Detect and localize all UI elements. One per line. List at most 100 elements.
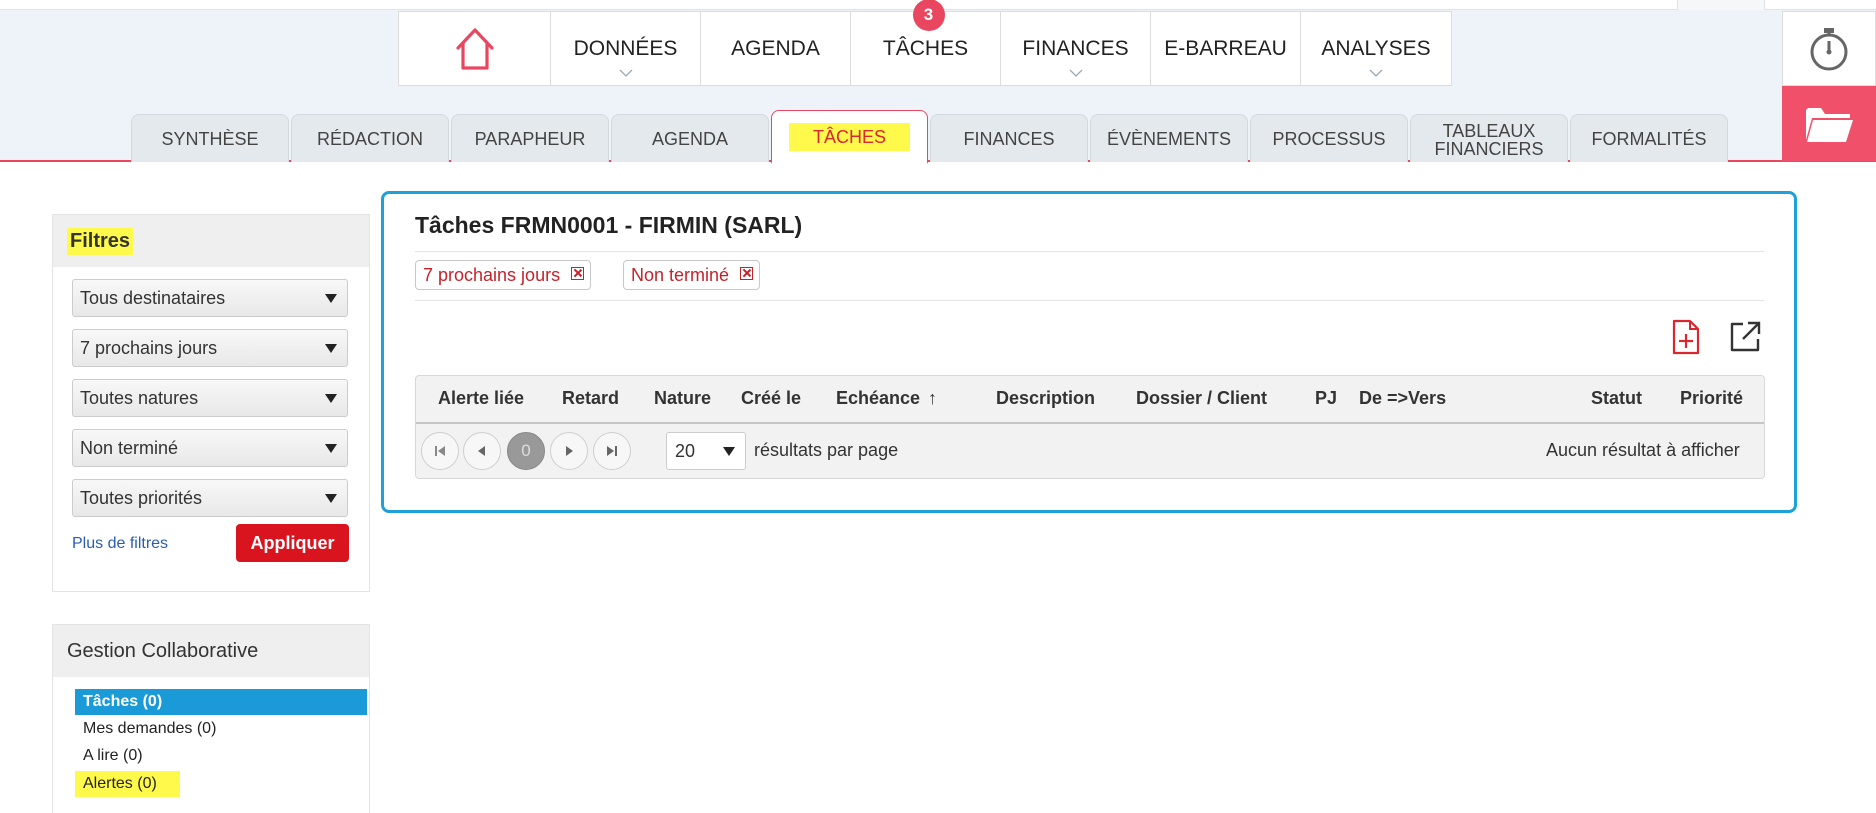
nav-analyses-label: ANALYSES xyxy=(1321,36,1431,60)
prev-page-icon xyxy=(478,446,485,456)
tab-tableaux-financiers[interactable]: TABLEAUX FINANCIERS xyxy=(1410,114,1568,162)
dropdown-arrow-icon xyxy=(325,443,337,453)
tab-formalites[interactable]: FORMALITÉS xyxy=(1570,114,1728,162)
nav-donnees[interactable]: DONNÉES xyxy=(551,12,701,85)
tab-finances-label: FINANCES xyxy=(963,128,1055,149)
page-size-select[interactable]: 20 xyxy=(666,432,746,470)
top-strip-box xyxy=(1677,0,1765,10)
col-dossier-client[interactable]: Dossier / Client xyxy=(1136,388,1267,409)
recipient-select[interactable]: Tous destinataires xyxy=(72,279,348,317)
dropdown-arrow-icon xyxy=(723,446,735,456)
collab-item-mes-demandes[interactable]: Mes demandes (0) xyxy=(75,716,216,742)
home-button[interactable] xyxy=(399,12,551,85)
priority-select[interactable]: Toutes priorités xyxy=(72,479,348,517)
timer-button[interactable] xyxy=(1782,11,1876,86)
last-page-button[interactable] xyxy=(593,432,631,470)
tab-agenda[interactable]: AGENDA xyxy=(611,114,769,162)
tasks-table: Alerte liée Retard Nature Créé le Echéan… xyxy=(415,375,1765,479)
nav-agenda[interactable]: AGENDA xyxy=(701,12,851,85)
tasks-card: Tâches FRMN0001 - FIRMIN (SARL) 7 procha… xyxy=(381,191,1797,513)
col-nature[interactable]: Nature xyxy=(654,388,711,409)
priority-select-value: Toutes priorités xyxy=(80,487,203,508)
col-cree-le[interactable]: Créé le xyxy=(741,388,801,409)
apply-button[interactable]: Appliquer xyxy=(236,524,349,562)
tab-evenements-label: ÉVÈNEMENTS xyxy=(1106,128,1232,149)
tab-parapheur[interactable]: PARAPHEUR xyxy=(451,114,609,162)
tab-parapheur-label: PARAPHEUR xyxy=(474,128,586,149)
col-description[interactable]: Description xyxy=(996,388,1095,409)
last-page-icon xyxy=(607,446,617,456)
filters-title: Filtres xyxy=(67,227,134,255)
chevron-down-icon xyxy=(619,69,632,77)
tab-synthese[interactable]: SYNTHÈSE xyxy=(131,114,289,162)
page-size-value: 20 xyxy=(675,440,696,461)
col-priorite[interactable]: Priorité xyxy=(1680,388,1743,409)
tab-processus[interactable]: PROCESSUS xyxy=(1250,114,1408,162)
col-statut[interactable]: Statut xyxy=(1591,388,1642,409)
nav-donnees-label: DONNÉES xyxy=(573,36,678,60)
nav-finances-label: FINANCES xyxy=(1022,36,1129,60)
filter-chip-period[interactable]: 7 prochains jours xyxy=(415,260,592,290)
dropdown-arrow-icon xyxy=(325,293,337,303)
tab-synthese-label: SYNTHÈSE xyxy=(161,128,259,149)
external-link-icon xyxy=(1730,321,1761,352)
sort-ascending-icon[interactable]: ↑ xyxy=(928,388,937,409)
col-pj[interactable]: PJ xyxy=(1315,388,1337,409)
nature-select[interactable]: Toutes natures xyxy=(72,379,348,417)
dropdown-arrow-icon xyxy=(325,393,337,403)
collab-title: Gestion Collaborative xyxy=(67,639,259,662)
tab-agenda-label: AGENDA xyxy=(651,128,729,149)
open-folder-icon xyxy=(1806,107,1853,142)
collab-item-taches[interactable]: Tâches (0) xyxy=(75,689,367,715)
add-document-icon xyxy=(1672,319,1700,355)
next-page-button[interactable] xyxy=(550,432,588,470)
nav-e-barreau[interactable]: E-BARREAU xyxy=(1151,12,1301,85)
nav-finances[interactable]: FINANCES xyxy=(1001,12,1151,85)
filters-header: Filtres xyxy=(53,215,369,267)
remove-filter-icon[interactable] xyxy=(571,267,585,280)
tab-processus-label: PROCESSUS xyxy=(1272,128,1386,149)
nature-select-value: Toutes natures xyxy=(80,387,199,408)
more-filters-link[interactable]: Plus de filtres xyxy=(72,535,168,553)
prev-page-button[interactable] xyxy=(463,432,501,470)
nav-e-barreau-label: E-BARREAU xyxy=(1164,36,1287,60)
status-select-value: Non terminé xyxy=(80,437,179,458)
current-page-indicator: 0 xyxy=(507,432,545,470)
remove-filter-icon[interactable] xyxy=(740,267,754,280)
collab-item-a-lire[interactable]: A lire (0) xyxy=(75,743,143,769)
main-nav: DONNÉES AGENDA TÂCHES 3 FINANCES E-BARRE… xyxy=(398,0,1452,86)
tab-redaction[interactable]: RÉDACTION xyxy=(291,114,449,162)
folder-button[interactable] xyxy=(1782,86,1876,161)
collab-item-alertes[interactable]: Alertes (0) xyxy=(75,771,180,797)
tab-tableaux-label-line1: TABLEAUX xyxy=(1442,120,1536,141)
stopwatch-icon xyxy=(1810,27,1848,70)
add-document-button[interactable] xyxy=(1670,319,1702,355)
collab-header: Gestion Collaborative xyxy=(53,625,369,677)
nav-taches-label: TÂCHES xyxy=(882,36,969,60)
period-select[interactable]: 7 prochains jours xyxy=(72,329,348,367)
period-select-value: 7 prochains jours xyxy=(80,337,218,358)
status-select[interactable]: Non terminé xyxy=(72,429,348,467)
dropdown-arrow-icon xyxy=(325,343,337,353)
col-retard[interactable]: Retard xyxy=(562,388,619,409)
sub-tabs: SYNTHÈSE RÉDACTION PARAPHEUR AGENDA TÂCH… xyxy=(131,110,1730,164)
nav-agenda-label: AGENDA xyxy=(731,36,820,60)
col-alerte-liee[interactable]: Alerte liée xyxy=(438,388,524,409)
col-de-vers[interactable]: De =>Vers xyxy=(1359,388,1446,409)
first-page-button[interactable] xyxy=(421,432,459,470)
tab-formalites-label: FORMALITÉS xyxy=(1591,128,1707,149)
tab-tableaux-label-line2: FINANCIERS xyxy=(1434,138,1544,159)
home-icon xyxy=(455,27,494,70)
quick-actions xyxy=(1782,11,1876,161)
nav-taches[interactable]: TÂCHES 3 xyxy=(851,0,1001,85)
collab-panel: Gestion Collaborative Tâches (0) Mes dem… xyxy=(52,624,370,813)
filter-chip-status[interactable]: Non terminé xyxy=(623,260,761,290)
tab-taches[interactable]: TÂCHES xyxy=(771,110,928,164)
export-button[interactable] xyxy=(1728,320,1762,354)
tab-finances[interactable]: FINANCES xyxy=(930,114,1088,162)
col-echeance[interactable]: Echéance xyxy=(836,388,920,409)
tab-evenements[interactable]: ÉVÈNEMENTS xyxy=(1090,114,1248,162)
first-page-icon xyxy=(435,446,445,456)
nav-analyses[interactable]: ANALYSES xyxy=(1301,12,1451,85)
filter-chip-period-label: 7 prochains jours xyxy=(423,264,561,285)
